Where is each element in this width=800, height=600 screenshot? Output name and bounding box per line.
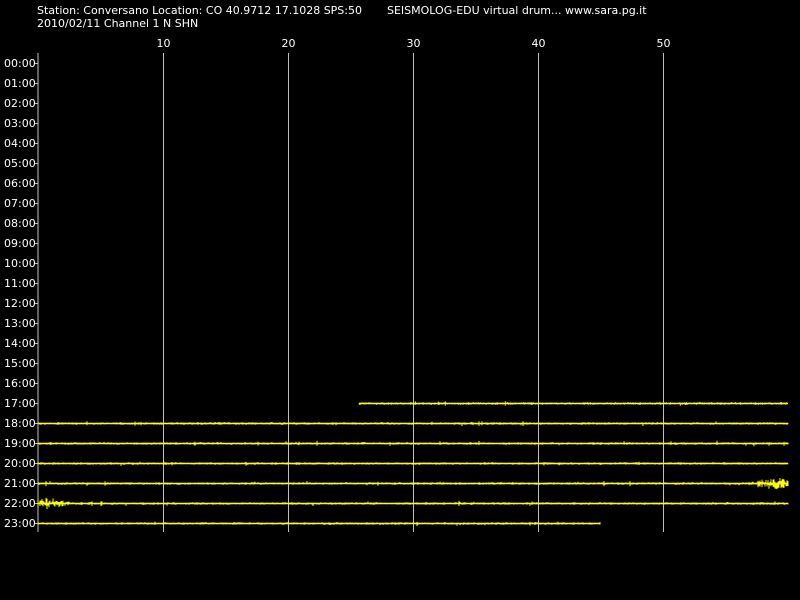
hour-label: 19:00 — [4, 437, 36, 450]
hour-label: 10:00 — [4, 257, 36, 270]
hour-label: 09:00 — [4, 237, 36, 250]
seismogram-window: Station: Conversano Location: CO 40.9712… — [0, 0, 800, 600]
x-tick-label: 10 — [157, 37, 171, 50]
seismic-trace-2300 — [37, 521, 601, 526]
hour-label: 18:00 — [4, 417, 36, 430]
hour-label: 00:00 — [4, 57, 36, 70]
hour-label: 07:00 — [4, 197, 36, 210]
hour-label: 16:00 — [4, 377, 36, 390]
hour-label: 12:00 — [4, 297, 36, 310]
hour-label: 15:00 — [4, 357, 36, 370]
hour-label: 02:00 — [4, 97, 36, 110]
hour-label: 03:00 — [4, 117, 36, 130]
x-tick-label: 20 — [282, 37, 296, 50]
hour-label: 01:00 — [4, 77, 36, 90]
hour-label: 11:00 — [4, 277, 36, 290]
hour-label: 08:00 — [4, 217, 36, 230]
x-tick-label: 50 — [657, 37, 671, 50]
hour-label: 04:00 — [4, 137, 36, 150]
hour-label: 17:00 — [4, 397, 36, 410]
grid-layer — [163, 53, 664, 532]
hour-label: 06:00 — [4, 177, 36, 190]
seismic-trace-1700 — [358, 401, 788, 406]
x-tick-label: 30 — [407, 37, 421, 50]
hour-label: 21:00 — [4, 477, 36, 490]
hour-label: 23:00 — [4, 517, 36, 530]
hour-label: 13:00 — [4, 317, 36, 330]
hour-label: 22:00 — [4, 497, 36, 510]
label-layer: 10 20 30 40 50 00:00 01:00 02:00 03:00 04:00 05:00… — [4, 37, 671, 530]
x-tick-label: 40 — [532, 37, 546, 50]
hour-label: 14:00 — [4, 337, 36, 350]
hour-label: 20:00 — [4, 457, 36, 470]
seismic-drum-chart: 10 20 30 40 50 00:00 01:00 02:00 03:00 04:00 05:00… — [4, 37, 789, 532]
hour-label: 05:00 — [4, 157, 36, 170]
